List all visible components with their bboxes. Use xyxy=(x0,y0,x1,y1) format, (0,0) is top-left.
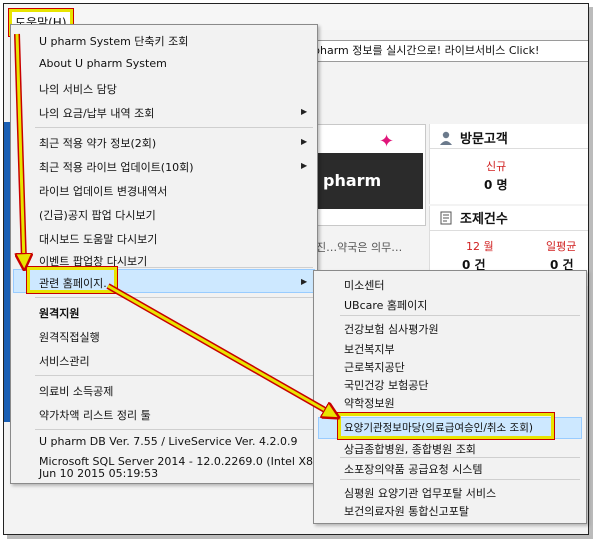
menu-item-urgent-notice[interactable]: (긴급)공지 팝업 다시보기 xyxy=(39,207,156,223)
submenu-item-small-package-supply[interactable]: 소포장의약품 공급요청 시스템 xyxy=(344,461,483,477)
menu-divider xyxy=(35,375,313,376)
version-info-date: Jun 10 2015 05:19:53 xyxy=(39,467,159,480)
document-icon xyxy=(438,211,454,225)
menu-divider xyxy=(35,429,313,430)
help-dropdown-menu: U pharm System 단축키 조회 About U pharm Syst… xyxy=(10,24,324,484)
visit-title-text: 방문고객 xyxy=(460,132,508,147)
month-label: 12 월 xyxy=(466,240,494,253)
highlight-box-related-homepage xyxy=(26,266,118,294)
menu-divider xyxy=(35,297,313,298)
live-service-banner[interactable]: pharm 정보를 실시간으로! 라이브서비스 Click! xyxy=(300,40,588,62)
menu-item-dashboard-help[interactable]: 대시보드 도움말 다시보기 xyxy=(39,231,157,247)
menu-item-price-diff-tool[interactable]: 약가차액 리스트 정리 툴 xyxy=(39,407,151,423)
submenu-item-miso-center[interactable]: 미소센터 xyxy=(344,277,384,293)
submenu-arrow-icon: ▶ xyxy=(301,161,308,170)
submenu-item-nhis[interactable]: 국민건강 보험공단 xyxy=(344,377,428,393)
divider xyxy=(430,148,588,149)
submenu-item-mohw[interactable]: 보건복지부 xyxy=(344,341,395,357)
submenu-arrow-icon: ▶ xyxy=(301,277,308,286)
rx-title-text: 조제건수 xyxy=(460,212,508,227)
submenu-divider xyxy=(340,479,580,480)
rx-panel-title: 조제건수 xyxy=(438,208,508,227)
submenu-divider xyxy=(340,457,580,458)
submenu-divider xyxy=(340,315,580,316)
daily-avg-label: 일평균 xyxy=(546,240,577,253)
menu-item-service-management[interactable]: 서비스관리 xyxy=(39,353,90,369)
related-homepage-submenu: 미소센터 UBcare 홈페이지 건강보험 심사평가원 보건복지부 근로복지공단… xyxy=(313,270,587,524)
star-logo-icon: ✦ xyxy=(379,131,395,152)
menu-item-live-update-changelog[interactable]: 라이브 업데이트 변경내역서 xyxy=(39,183,167,199)
version-info-db: U pharm DB Ver. 7.55 / LiveService Ver. … xyxy=(39,435,298,448)
menu-item-remote-direct-run[interactable]: 원격직접실행 xyxy=(39,329,100,345)
divider xyxy=(430,230,588,231)
submenu-item-health-resource-portal[interactable]: 보건의료자원 통합신고포탈 xyxy=(344,503,469,519)
menu-item-about[interactable]: About U pharm System xyxy=(39,57,167,70)
menu-item-shortcuts[interactable]: U pharm System 단축키 조회 xyxy=(39,33,188,49)
submenu-item-hira-portal[interactable]: 심평원 요양기관 업무포탈 서비스 xyxy=(344,485,496,501)
menu-item-remote-support[interactable]: 원격지원 xyxy=(39,305,79,321)
menu-item-recent-live-update[interactable]: 최근 적용 라이브 업데이트(10회) xyxy=(39,159,194,175)
promo-panel[interactable]: pharm ✦ xyxy=(316,124,426,226)
person-icon xyxy=(438,131,454,145)
visit-customer-panel: 방문고객 신규 0 명 xyxy=(429,124,588,204)
highlight-box-care-info-portal xyxy=(337,412,555,440)
promo-banner: pharm xyxy=(317,153,423,209)
menu-item-medical-tax-deduction[interactable]: 의료비 소득공제 xyxy=(39,383,113,399)
submenu-item-kpic[interactable]: 약학정보원 xyxy=(344,395,395,411)
submenu-arrow-icon: ▶ xyxy=(301,137,308,146)
submenu-item-hira[interactable]: 건강보험 심사평가원 xyxy=(344,321,439,337)
menu-item-recent-drug-price[interactable]: 최근 적용 약가 정보(2회) xyxy=(39,135,156,151)
submenu-arrow-icon: ▶ xyxy=(301,107,308,116)
new-customer-value: 0 명 xyxy=(484,178,508,192)
menu-divider xyxy=(35,127,313,128)
menu-item-service-manager[interactable]: 나의 서비스 담당 xyxy=(39,81,117,97)
menu-item-billing[interactable]: 나의 요금/납부 내역 조회 xyxy=(39,105,154,121)
submenu-item-comwel[interactable]: 근로복지공단 xyxy=(344,359,405,375)
visit-panel-title: 방문고객 xyxy=(438,128,508,147)
submenu-item-ubcare[interactable]: UBcare 홈페이지 xyxy=(344,297,427,313)
submenu-item-hospital-lookup[interactable]: 상급종합병원, 종합병원 조회 xyxy=(344,441,476,457)
new-customer-label: 신규 xyxy=(486,160,507,173)
promo-brand: pharm xyxy=(323,171,382,190)
